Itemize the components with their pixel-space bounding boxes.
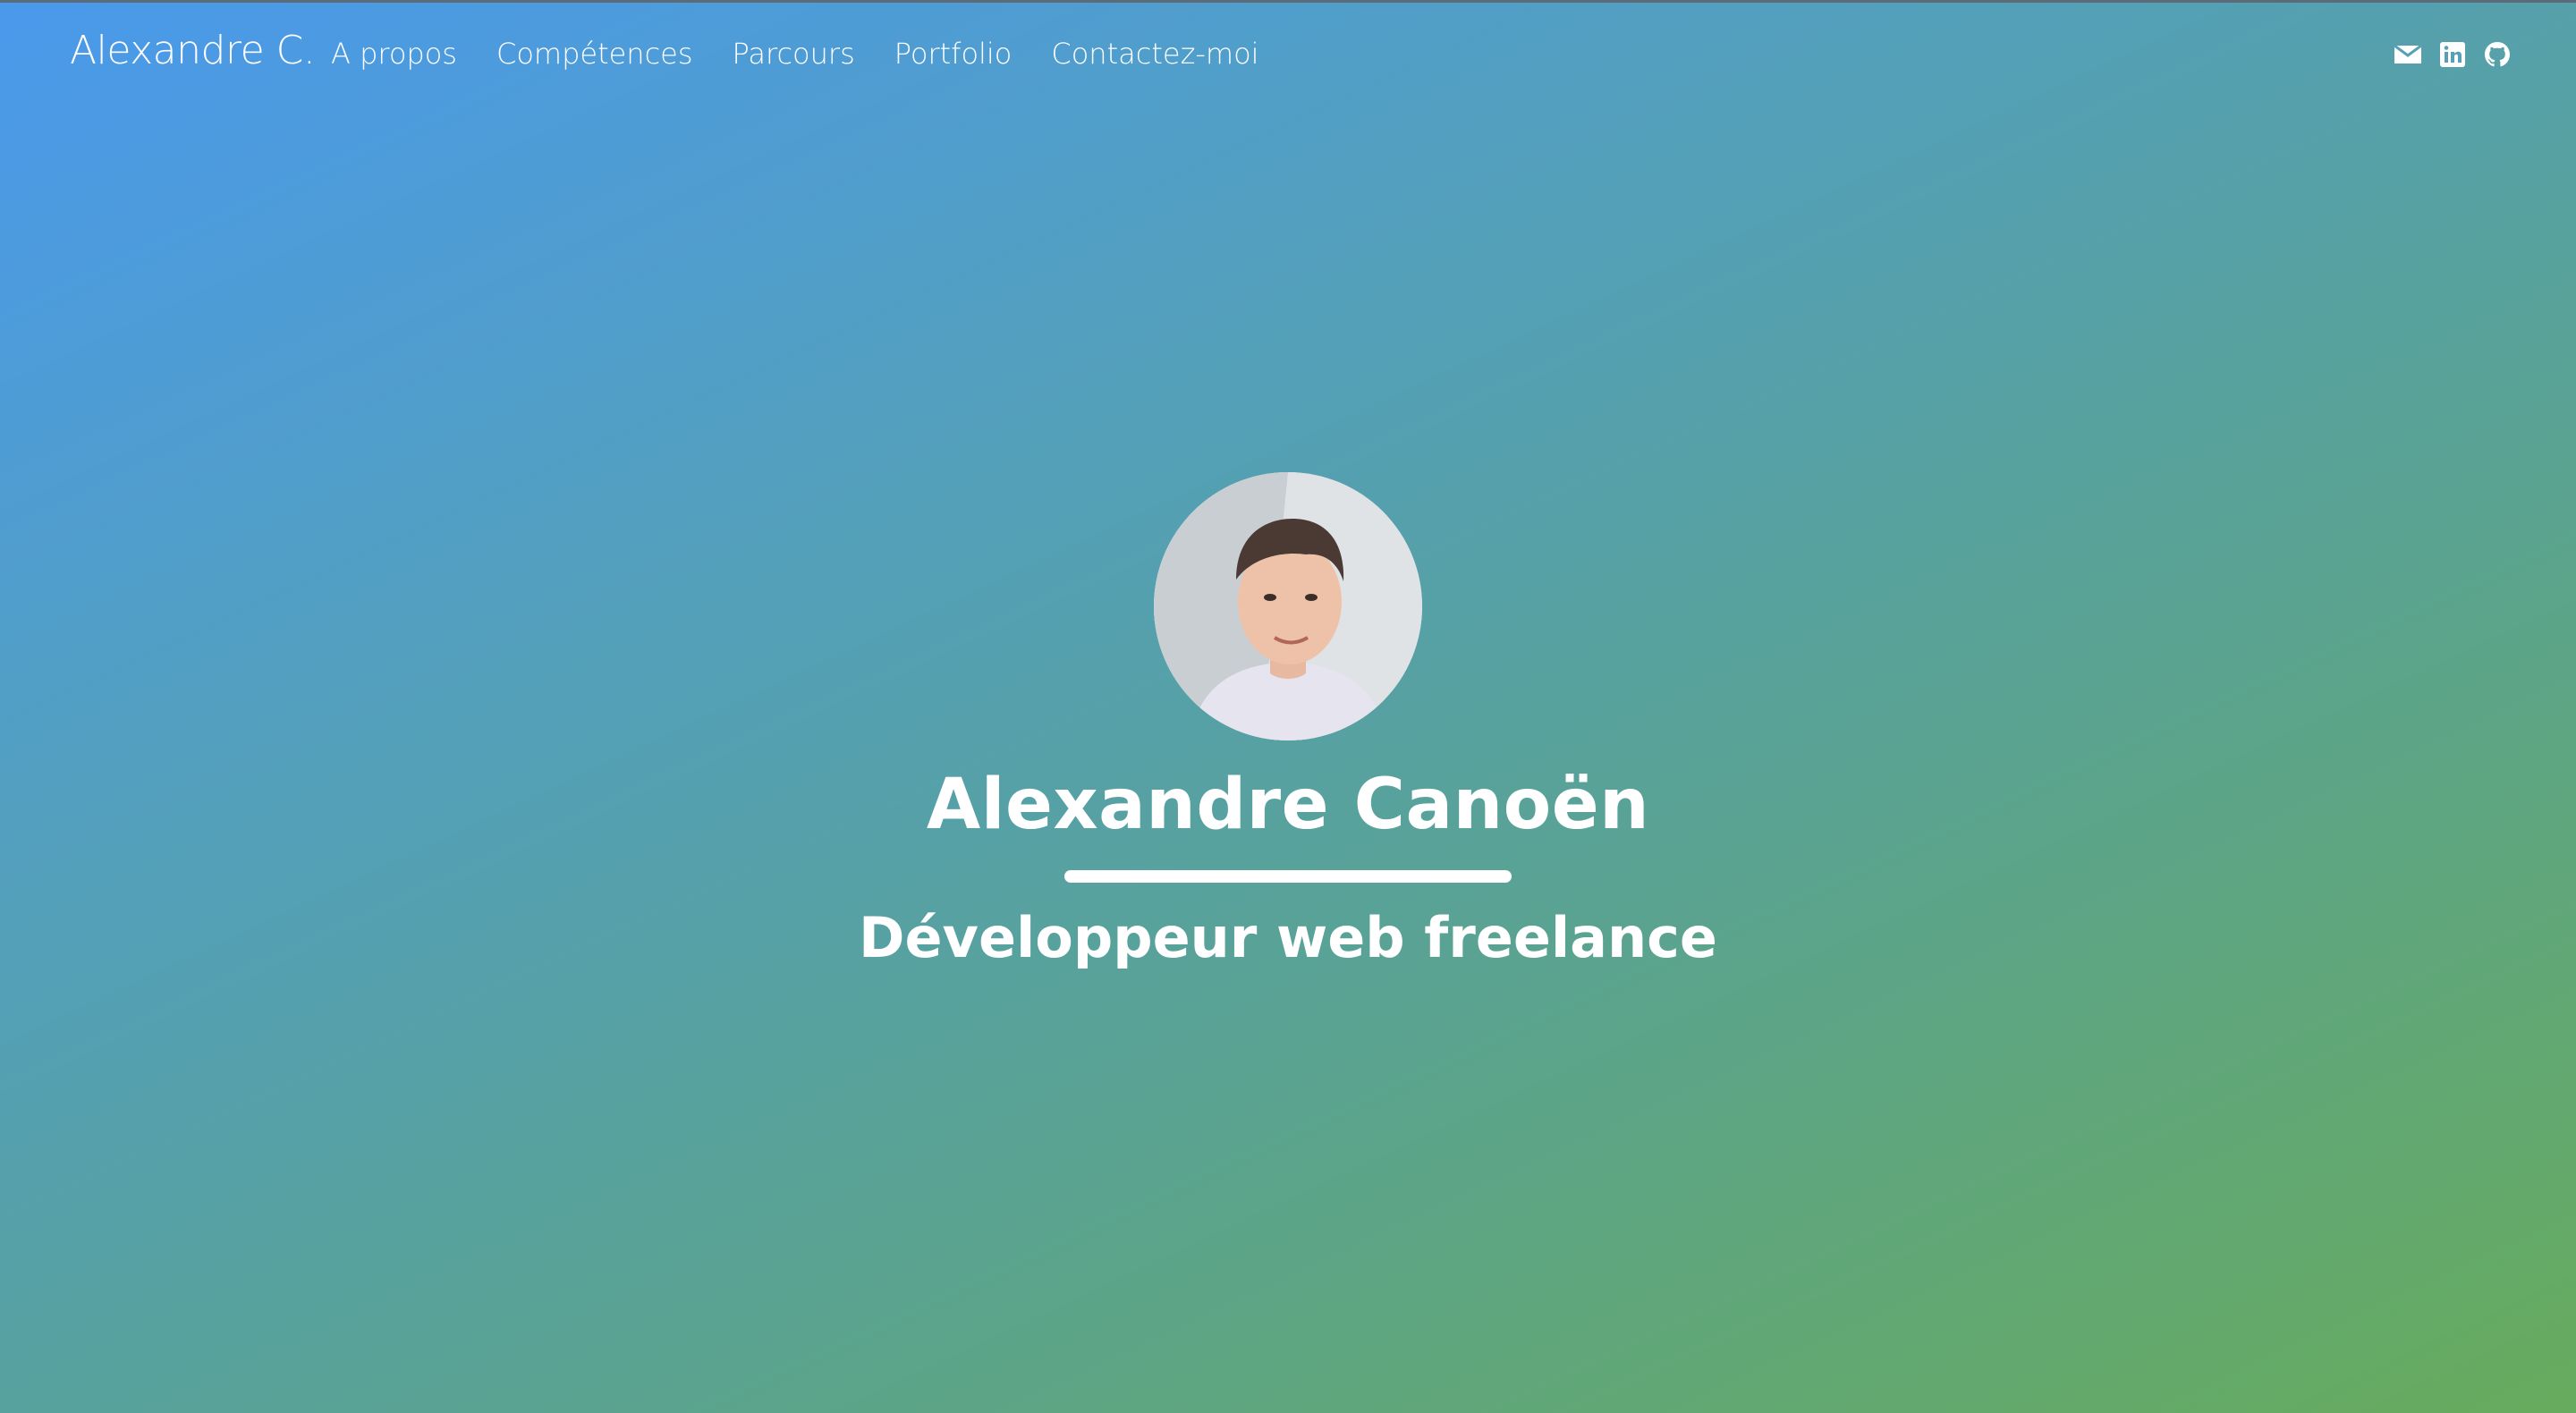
hero-divider xyxy=(1064,870,1512,884)
hero-section: Alexandre Canoën Développeur web freelan… xyxy=(0,472,2576,975)
github-icon[interactable] xyxy=(2483,40,2512,69)
social-links xyxy=(2394,40,2512,69)
brand-link[interactable]: Alexandre C. xyxy=(70,28,316,73)
navbar: Alexandre C. A propos Compétences Parcou… xyxy=(0,3,2576,105)
nav-link-contactez-moi[interactable]: Contactez-moi xyxy=(1051,37,1258,71)
linkedin-icon[interactable] xyxy=(2438,40,2467,69)
nav-menu: A propos Compétences Parcours Portfolio … xyxy=(331,37,1259,71)
nav-link-a-propos[interactable]: A propos xyxy=(331,37,457,71)
nav-link-portfolio[interactable]: Portfolio xyxy=(894,37,1013,71)
hero-name: Alexandre Canoën xyxy=(926,765,1650,845)
envelope-icon[interactable] xyxy=(2394,40,2422,69)
hero-subtitle: Développeur web freelance xyxy=(859,905,1717,971)
nav-link-competences[interactable]: Compétences xyxy=(496,37,693,71)
profile-photo xyxy=(1154,472,1422,740)
nav-link-parcours[interactable]: Parcours xyxy=(733,37,855,71)
